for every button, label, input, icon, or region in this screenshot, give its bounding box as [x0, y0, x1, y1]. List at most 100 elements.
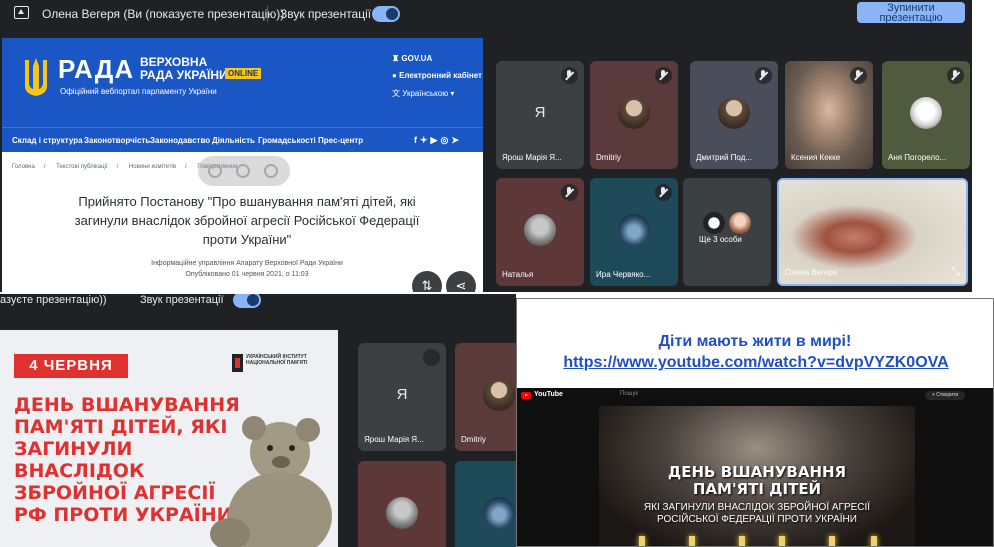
telegram-icon[interactable]: ➤: [451, 135, 462, 145]
mic-off-icon: [561, 184, 578, 201]
youtube-name: YouTube: [534, 391, 563, 398]
share-icon[interactable]: ⋖: [446, 271, 476, 292]
breadcrumb-committees[interactable]: Новини комітетів: [129, 164, 176, 170]
institute-name: УКРАЇНСЬКИЙ ІНСТИТУТ НАЦІОНАЛЬНОЇ ПАМ'ЯТ…: [246, 354, 308, 366]
language-select[interactable]: 文 Українською ▾: [392, 88, 454, 99]
breadcrumb-home[interactable]: Головна: [12, 164, 35, 170]
participant-name: Олена Вегеря: [785, 268, 838, 277]
youtube-icon[interactable]: ▶: [431, 135, 441, 145]
avatar: [703, 212, 725, 234]
participant-name: Ира Червяко...: [596, 270, 651, 279]
nav-composition[interactable]: Склад і структура: [12, 136, 83, 145]
breadcrumb-texts[interactable]: Текстові публікації: [56, 164, 107, 170]
youtube-logo-icon[interactable]: [521, 392, 531, 399]
participant-tile[interactable]: [358, 461, 446, 547]
avatar: [729, 212, 751, 234]
more-icon[interactable]: [264, 164, 278, 178]
participant-name: Дмитрий Под...: [696, 153, 753, 162]
participant-tile[interactable]: Я Ярош Марія Я...: [496, 61, 584, 169]
cabinet-link[interactable]: ● Електронний кабінет: [392, 71, 482, 80]
online-badge: ONLINE: [225, 68, 262, 79]
nav-lawmaking[interactable]: Законотворчість: [84, 136, 150, 145]
youtube-player: YouTube Пошук + Створити ДЕНЬ ВШАНУВАННЯ…: [517, 388, 993, 546]
nav-public[interactable]: Громадськості: [258, 136, 316, 145]
presentation-controls-overlay: [198, 156, 290, 186]
avatar: [618, 97, 650, 129]
video-frame[interactable]: ДЕНЬ ВШАНУВАННЯ ПАМ'ЯТІ ДІТЕЙ ЯКІ ЗАГИНУ…: [599, 406, 915, 546]
youtube-search-input[interactable]: Пошук: [620, 391, 638, 397]
slide-title: Діти мають жити в мирі!: [658, 333, 852, 350]
youtube-topbar: YouTube Пошук + Створити: [517, 388, 993, 403]
youtube-window: Діти мають жити в мирі! https://www.yout…: [516, 298, 994, 547]
create-button[interactable]: + Створити: [925, 391, 965, 400]
participant-tile[interactable]: Ксения Кекке: [785, 61, 873, 169]
participant-tile[interactable]: Я Ярош Марія Я...: [358, 343, 446, 451]
participant-tile[interactable]: Ира Червяко...: [590, 178, 678, 286]
gov-ua-label: GOV.UA: [401, 54, 433, 63]
mic-off-icon: [947, 67, 964, 84]
rada-nav: Склад і структура Законотворчість Законо…: [2, 127, 483, 152]
mic-off-icon: [755, 67, 772, 84]
video-title-line1: ДЕНЬ ВШАНУВАННЯ: [667, 463, 847, 481]
video-subtitle-line1: ЯКІ ЗАГИНУЛИ ВНАСЛІДОК ЗБРОЙНОЇ АГРЕСІЇ: [643, 502, 871, 513]
participant-tile[interactable]: Dmitriy: [590, 61, 678, 169]
youtube-link[interactable]: https://www.youtube.com/watch?v=dvpVYZK0…: [547, 353, 965, 373]
participant-tile[interactable]: Аня Погорело...: [882, 61, 970, 169]
slide-date: 4 ЧЕРВНЯ: [14, 354, 128, 378]
social-icons: f✦▶◎➤: [414, 135, 462, 146]
cabinet-label: Електронний кабінет: [399, 71, 482, 80]
participant-name: Ксения Кекке: [791, 153, 841, 162]
participant-tile[interactable]: [455, 461, 516, 547]
participant-name: Ярош Марія Я...: [364, 435, 424, 444]
language-label: Українською: [402, 89, 449, 98]
candle-icon: [689, 536, 695, 546]
more-participants-tile[interactable]: Ще 3 особи: [683, 178, 771, 286]
participant-name: Dmitriy: [596, 153, 621, 162]
sound-label: Звук презентації: [140, 294, 224, 306]
participant-tile[interactable]: Наталья: [496, 178, 584, 286]
speaker-icon[interactable]: [236, 164, 250, 178]
sound-toggle[interactable]: [233, 294, 261, 308]
candle-icon: [779, 536, 785, 546]
rada-header: РАДА ВЕРХОВНА РАДА УКРАЇНИ ONLINE Офіцій…: [2, 38, 483, 127]
candle-icon: [829, 536, 835, 546]
article-title: Прийнято Постанову "Про вшанування пам'я…: [74, 194, 420, 247]
video-title-line2: ПАМ'ЯТІ ДІТЕЙ: [692, 480, 822, 498]
presenting-bar: Олена Вегеря (Ви (показуєте презентацію)…: [0, 0, 972, 28]
rada-logo-text[interactable]: РАДА: [58, 54, 134, 85]
meet-window-top: Олена Вегеря (Ви (показуєте презентацію)…: [0, 0, 972, 292]
video-subtitle-line2: РОСІЙСЬКОЇ ФЕДЕРАЦІЇ ПРОТИ УКРАЇНИ: [657, 514, 857, 525]
more-participants-label: Ще 3 особи: [699, 235, 742, 244]
teddy-bear-icon: [210, 416, 332, 547]
self-video-tile[interactable]: Олена Вегеря ⤡: [777, 178, 968, 286]
avatar: Я: [524, 97, 556, 129]
participant-name: Наталья: [502, 270, 534, 279]
sound-toggle[interactable]: [372, 6, 400, 22]
twitter-icon[interactable]: ✦: [420, 135, 431, 145]
instagram-icon[interactable]: ◎: [440, 135, 451, 145]
avatar: [483, 379, 515, 411]
mic-off-icon: [423, 349, 440, 366]
stop-presenting-button[interactable]: Зупинити презентацію: [857, 2, 965, 24]
participant-name: Dmitriy: [461, 435, 486, 444]
nav-activity[interactable]: Діяльність: [212, 136, 255, 145]
portal-subtitle: Офіційний вебпортал парламенту України: [60, 87, 217, 96]
share-arrows-icon[interactable]: ⇅: [412, 271, 442, 292]
sound-label: Звук презентації: [280, 7, 372, 21]
candle-icon: [639, 536, 645, 546]
nav-legislation[interactable]: Законодавство: [150, 136, 210, 145]
video-subtitle: ЯКІ ЗАГИНУЛИ ВНАСЛІДОК ЗБРОЙНОЇ АГРЕСІЇ …: [599, 502, 915, 526]
pin-icon[interactable]: ⤡: [951, 266, 960, 279]
candle-icon: [739, 536, 745, 546]
candle-icon: [871, 536, 877, 546]
avatar: [483, 497, 515, 529]
mic-off-icon: [655, 184, 672, 201]
video-title: ДЕНЬ ВШАНУВАННЯ ПАМ'ЯТІ ДІТЕЙ: [599, 464, 915, 498]
participant-tile[interactable]: Дмитрий Под...: [690, 61, 778, 169]
nav-press[interactable]: Прес-центр: [318, 136, 363, 145]
presenter-label: азуєте презентацію)): [0, 294, 107, 306]
no-hand-icon[interactable]: [208, 164, 222, 178]
participant-tile[interactable]: Dmitriy: [455, 343, 516, 451]
gov-ua-link[interactable]: ♜ GOV.UA: [392, 54, 432, 63]
divider: [267, 6, 268, 22]
